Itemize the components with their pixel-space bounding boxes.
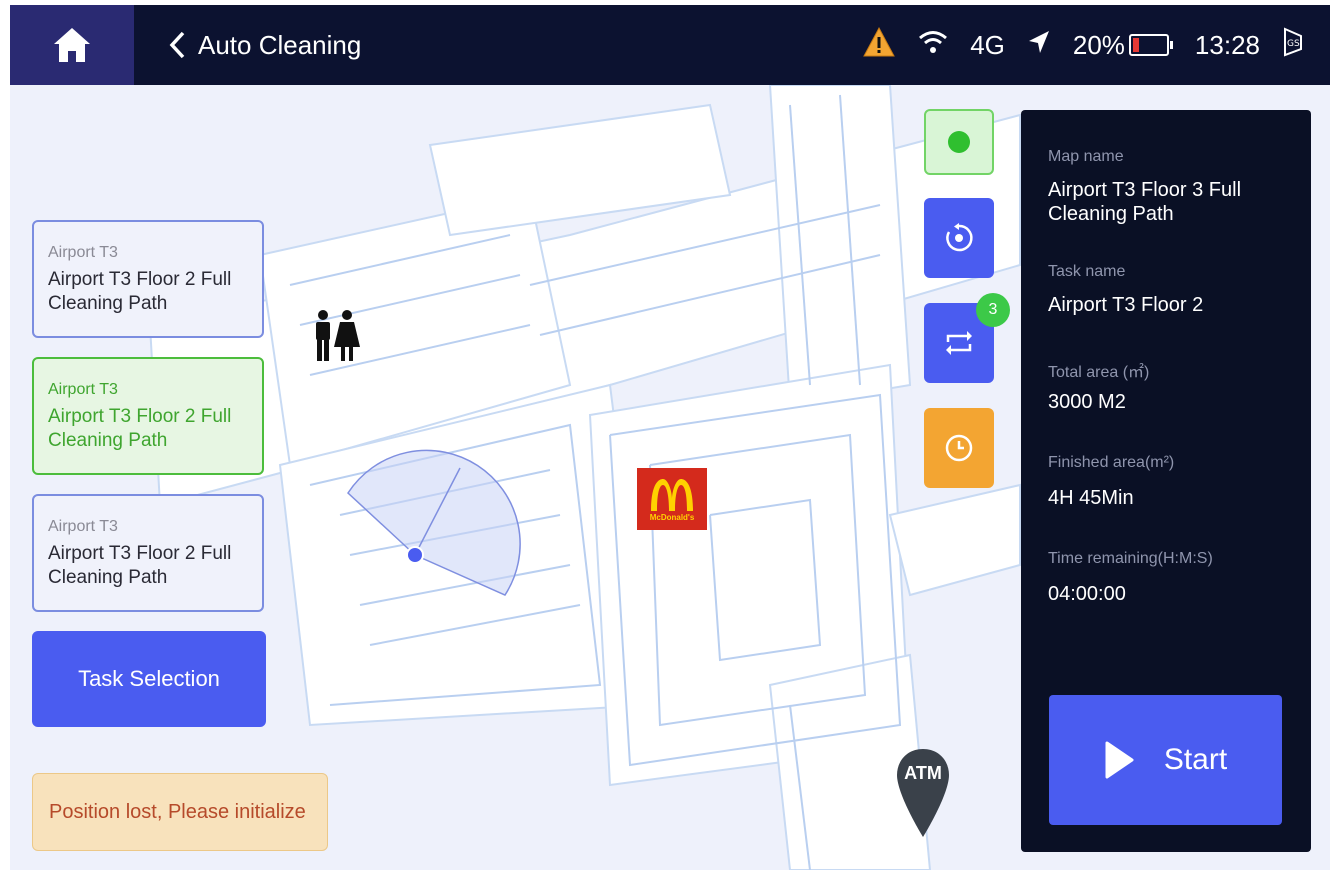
task-card-1[interactable]: Airport T3 Airport T3 Floor 2 Full Clean…	[32, 220, 264, 338]
loop-icon	[946, 331, 972, 355]
task-card-title: Airport T3 Floor 2 Full Cleaning Path	[48, 269, 232, 314]
start-label: Start	[1163, 743, 1228, 776]
battery-percent: 20%	[1072, 29, 1125, 60]
status-dot-icon	[948, 131, 970, 153]
location-arrow-icon	[1027, 29, 1051, 62]
status-indicator-button[interactable]	[924, 109, 994, 175]
svg-text:GS: GS	[1287, 39, 1300, 49]
relocate-icon	[946, 223, 973, 252]
wifi-icon	[918, 29, 948, 62]
atm-label: ATM	[904, 763, 942, 783]
time-remaining-label: Time remaining(H:M:S)	[1048, 550, 1213, 567]
total-area-label: Total area (㎡)	[1048, 364, 1150, 381]
task-card-title: Airport T3 Floor 2 Full Cleaning Path	[48, 406, 232, 451]
back-button[interactable]: Auto Cleaning	[168, 27, 361, 63]
total-area-value: 3000 M2	[1048, 391, 1126, 413]
loop-count-badge: 3	[976, 293, 1010, 327]
clock-time: 13:28	[1194, 29, 1260, 60]
time-remaining-value: 04:00:00	[1048, 583, 1126, 605]
task-name-value: Airport T3 Floor 2	[1048, 294, 1204, 316]
map-name-value: Airport T3 Floor 3 Full Cleaning Path	[1048, 179, 1242, 225]
app-screen: McDonald's ATM Auto Cleaning 4G 20% 13:2…	[10, 5, 1330, 870]
atm-poi-icon: ATM	[895, 747, 951, 839]
finished-area-value: 4H 45Min	[1048, 487, 1134, 509]
warning-icon[interactable]	[862, 26, 896, 65]
relocate-button[interactable]	[924, 198, 994, 278]
task-card-subtitle: Airport T3	[48, 244, 118, 261]
top-bar: Auto Cleaning 4G 20% 13:28 GS	[10, 5, 1330, 85]
start-button[interactable]: Start	[1049, 695, 1282, 825]
task-info-panel: Map name Airport T3 Floor 3 Full Cleanin…	[1021, 110, 1311, 852]
schedule-button[interactable]	[924, 408, 994, 488]
status-bar: 4G 20% 13:28 GS	[862, 5, 1330, 85]
position-lost-alert[interactable]: Position lost, Please initialize	[32, 773, 328, 851]
robot-position-marker	[406, 546, 424, 564]
battery-indicator: 20%	[1073, 30, 1173, 61]
play-icon	[1105, 741, 1134, 779]
mcdonalds-label: McDonald's	[649, 512, 695, 522]
home-icon	[54, 28, 90, 62]
task-card-subtitle: Airport T3	[48, 518, 118, 535]
task-card-subtitle: Airport T3	[48, 381, 118, 398]
mcdonalds-poi-icon: McDonald's	[637, 468, 707, 530]
gps-icon: GS	[1282, 26, 1304, 64]
clock-icon	[945, 434, 973, 462]
task-selection-button[interactable]: Task Selection	[32, 631, 266, 727]
home-button[interactable]	[10, 5, 134, 85]
battery-icon	[1128, 34, 1169, 56]
page-title: Auto Cleaning	[198, 29, 362, 60]
chevron-left-icon	[168, 27, 198, 63]
map-name-label: Map name	[1048, 148, 1124, 165]
task-card-2-selected[interactable]: Airport T3 Airport T3 Floor 2 Full Clean…	[32, 357, 264, 475]
task-card-3[interactable]: Airport T3 Airport T3 Floor 2 Full Clean…	[32, 494, 264, 612]
network-type: 4G	[970, 29, 1005, 60]
finished-area-label: Finished area(m²)	[1048, 454, 1175, 471]
task-name-label: Task name	[1048, 263, 1126, 280]
task-card-title: Airport T3 Floor 2 Full Cleaning Path	[48, 543, 232, 588]
